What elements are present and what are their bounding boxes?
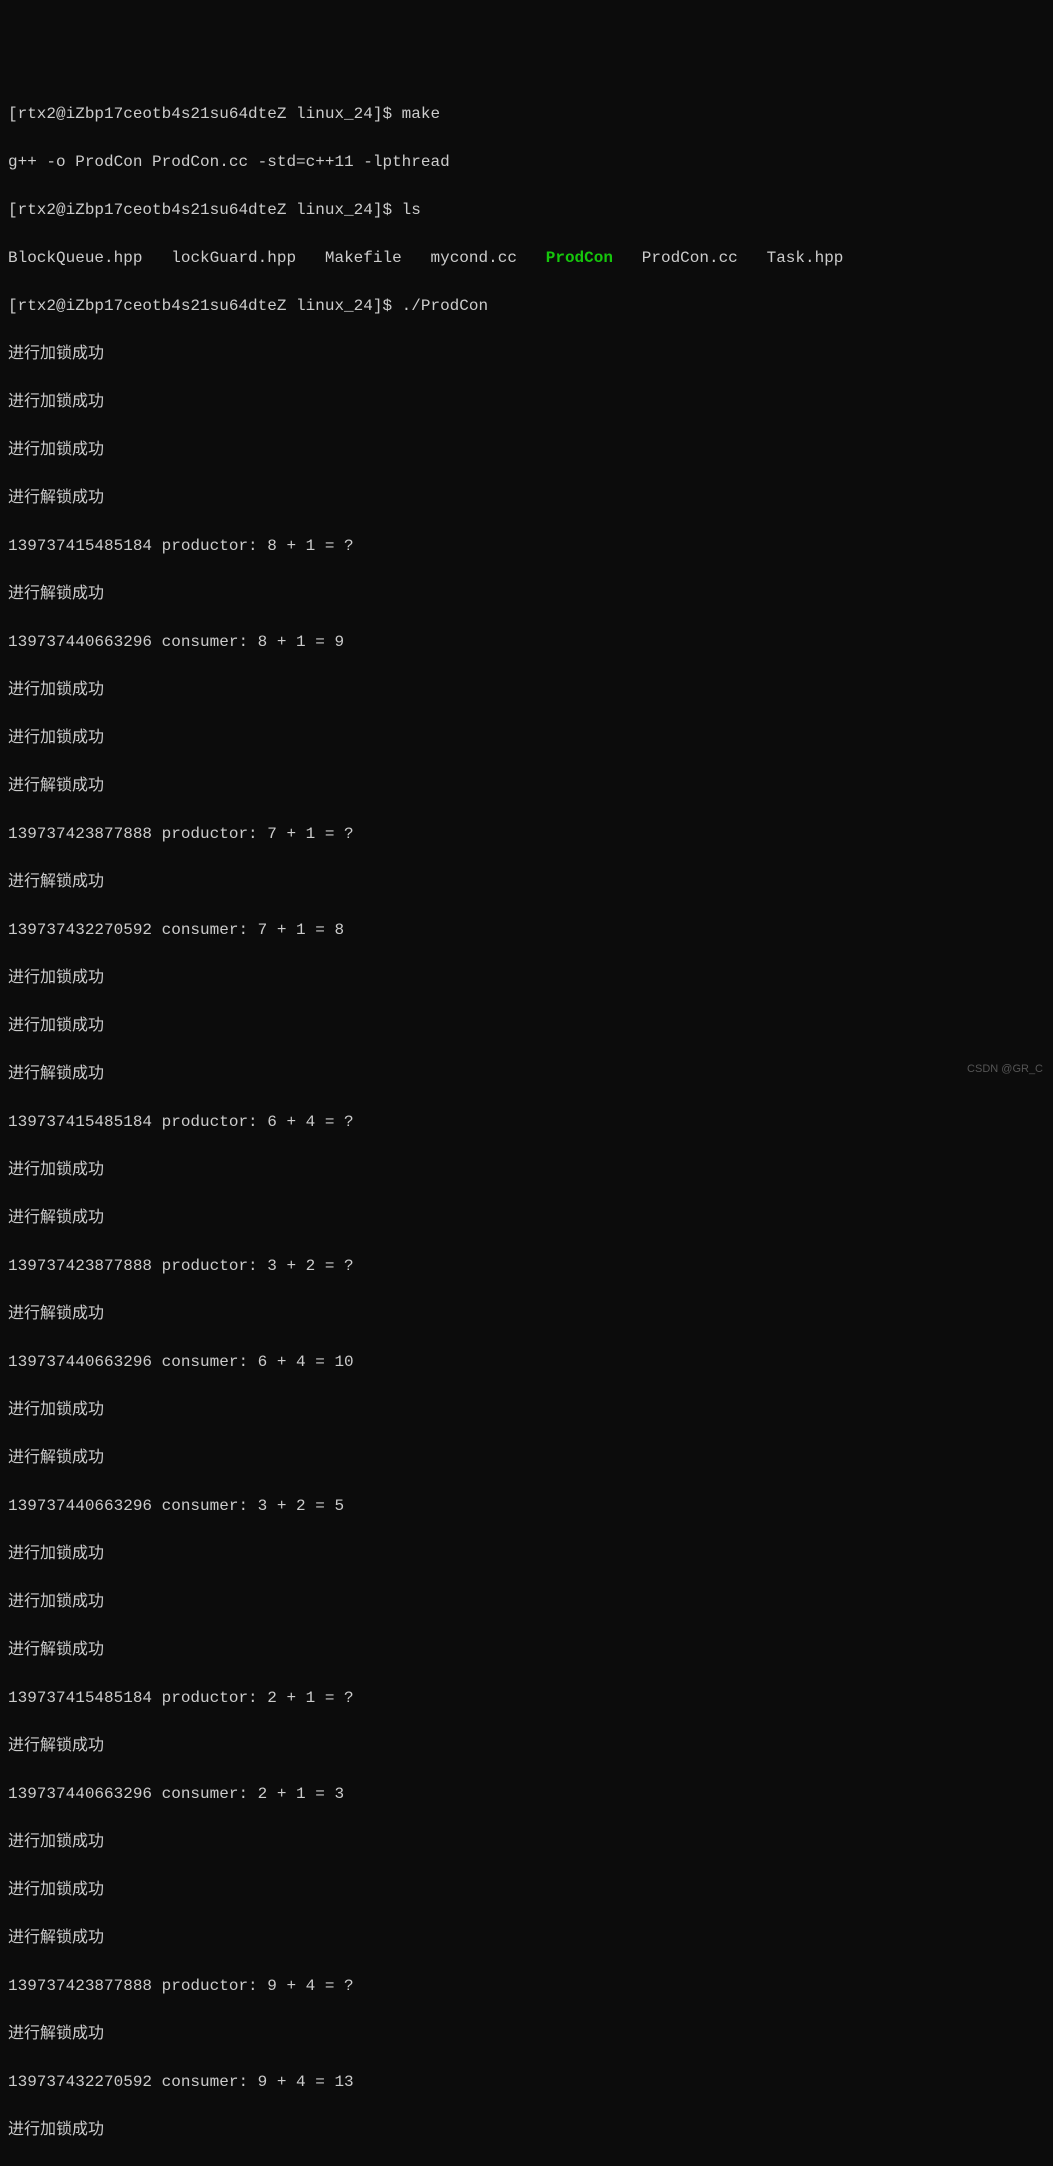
output-lock: 进行加锁成功 xyxy=(8,1158,1045,1182)
output-consumer: 139737440663296 consumer: 8 + 1 = 9 xyxy=(8,630,1045,654)
output-lock: 进行加锁成功 xyxy=(8,678,1045,702)
output-lock: 进行加锁成功 xyxy=(8,1014,1045,1038)
watermark: CSDN @GR_C xyxy=(967,1061,1043,1078)
file-makefile: Makefile xyxy=(325,249,402,267)
prompt-line-run[interactable]: [rtx2@iZbp17ceotb4s21su64dteZ linux_24]$… xyxy=(8,294,1045,318)
output-lock: 进行加锁成功 xyxy=(8,726,1045,750)
output-consumer: 139737440663296 consumer: 2 + 1 = 3 xyxy=(8,1782,1045,1806)
output-consumer: 139737432270592 consumer: 9 + 4 = 13 xyxy=(8,2070,1045,2094)
output-lock: 进行加锁成功 xyxy=(8,390,1045,414)
output-unlock: 进行解锁成功 xyxy=(8,1206,1045,1230)
output-unlock: 进行解锁成功 xyxy=(8,1302,1045,1326)
output-unlock: 进行解锁成功 xyxy=(8,774,1045,798)
file-blockqueue: BlockQueue.hpp xyxy=(8,249,142,267)
output-productor: 139737415485184 productor: 6 + 4 = ? xyxy=(8,1110,1045,1134)
prompt: [rtx2@iZbp17ceotb4s21su64dteZ linux_24]$ xyxy=(8,105,402,123)
output-unlock: 进行解锁成功 xyxy=(8,2022,1045,2046)
output-lock: 进行加锁成功 xyxy=(8,1398,1045,1422)
output-lock: 进行加锁成功 xyxy=(8,2118,1045,2142)
file-prodcon-cc: ProdCon.cc xyxy=(642,249,738,267)
cmd-make: make xyxy=(402,105,440,123)
output-consumer: 139737440663296 consumer: 3 + 2 = 5 xyxy=(8,1494,1045,1518)
output-lock: 进行加锁成功 xyxy=(8,1878,1045,1902)
output-unlock: 进行解锁成功 xyxy=(8,1638,1045,1662)
cmd-ls: ls xyxy=(402,201,421,219)
output-lock: 进行加锁成功 xyxy=(8,1830,1045,1854)
output-lock: 进行加锁成功 xyxy=(8,438,1045,462)
output-unlock: 进行解锁成功 xyxy=(8,486,1045,510)
file-prodcon-exe: ProdCon xyxy=(546,249,613,267)
output-productor: 139737423877888 productor: 9 + 4 = ? xyxy=(8,1974,1045,1998)
output-productor: 139737415485184 productor: 2 + 1 = ? xyxy=(8,1686,1045,1710)
output-unlock: 进行解锁成功 xyxy=(8,1062,1045,1086)
output-consumer: 139737440663296 consumer: 6 + 4 = 10 xyxy=(8,1350,1045,1374)
output-productor: 139737423877888 productor: 7 + 1 = ? xyxy=(8,822,1045,846)
prompt-line-ls[interactable]: [rtx2@iZbp17ceotb4s21su64dteZ linux_24]$… xyxy=(8,198,1045,222)
output-productor: 139737415485184 productor: 8 + 1 = ? xyxy=(8,534,1045,558)
file-lockguard: lockGuard.hpp xyxy=(171,249,296,267)
file-task: Task.hpp xyxy=(767,249,844,267)
output-unlock: 进行解锁成功 xyxy=(8,1926,1045,1950)
file-mycond: mycond.cc xyxy=(431,249,517,267)
output-lock: 进行加锁成功 xyxy=(8,342,1045,366)
prompt: [rtx2@iZbp17ceotb4s21su64dteZ linux_24]$ xyxy=(8,201,402,219)
output-unlock: 进行解锁成功 xyxy=(8,870,1045,894)
output-lock: 进行加锁成功 xyxy=(8,1590,1045,1614)
compile-output: g++ -o ProdCon ProdCon.cc -std=c++11 -lp… xyxy=(8,150,1045,174)
ls-output: BlockQueue.hpp lockGuard.hpp Makefile my… xyxy=(8,246,1045,270)
prompt-line-make[interactable]: [rtx2@iZbp17ceotb4s21su64dteZ linux_24]$… xyxy=(8,102,1045,126)
output-unlock: 进行解锁成功 xyxy=(8,1446,1045,1470)
cmd-run: ./ProdCon xyxy=(402,297,488,315)
output-consumer: 139737432270592 consumer: 7 + 1 = 8 xyxy=(8,918,1045,942)
output-unlock: 进行解锁成功 xyxy=(8,1734,1045,1758)
output-lock: 进行加锁成功 xyxy=(8,1542,1045,1566)
output-productor: 139737423877888 productor: 3 + 2 = ? xyxy=(8,1254,1045,1278)
prompt: [rtx2@iZbp17ceotb4s21su64dteZ linux_24]$ xyxy=(8,297,402,315)
output-lock: 进行加锁成功 xyxy=(8,966,1045,990)
output-unlock: 进行解锁成功 xyxy=(8,582,1045,606)
